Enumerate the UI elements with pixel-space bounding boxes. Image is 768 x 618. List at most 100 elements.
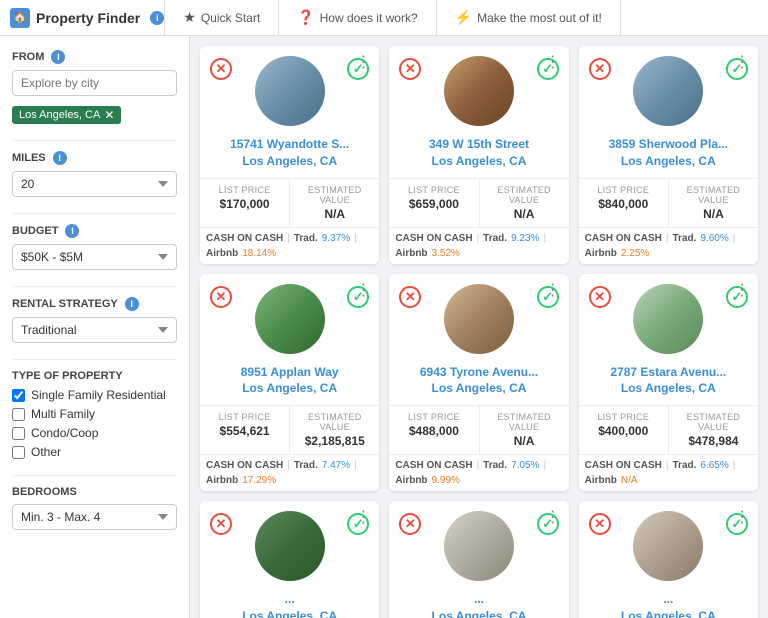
checkbox-multi-family-input[interactable] [12,408,25,421]
trad-value: 9.37% [322,233,350,244]
address-line1: 3859 Sherwood Pla... [587,136,750,153]
card-prices: LIST PRICE $840,000 ESTIMATED VALUE N/A [579,178,758,228]
property-image[interactable] [444,511,514,581]
reject-badge[interactable]: ✕ [399,286,421,308]
reject-badge[interactable]: ✕ [210,58,232,80]
card-prices: LIST PRICE $554,621 ESTIMATED VALUE $2,1… [200,405,379,455]
airbnb-label: Airbnb [206,475,238,486]
nav-mostout[interactable]: ⚡ Make the most out of it! [437,0,621,36]
airbnb-value: 3.52% [432,248,460,259]
checkbox-other[interactable]: Other [12,445,177,459]
est-value-value: N/A [673,207,754,221]
checkbox-condo[interactable]: Condo/Coop [12,426,177,440]
property-image-placeholder [444,511,514,581]
sidebar: FROM i Los Angeles, CA ✕ MILES i 5101520… [0,36,190,618]
rental-strategy-select[interactable]: Traditional [12,317,177,343]
est-value-value: N/A [294,207,375,221]
est-value-label: ESTIMATED VALUE [294,412,375,432]
nav-howdoesitwork[interactable]: ❓ How does it work? [279,0,436,36]
list-price-label: LIST PRICE [204,412,285,422]
property-image[interactable] [633,284,703,354]
main-layout: FROM i Los Angeles, CA ✕ MILES i 5101520… [0,36,768,618]
logo-info-icon[interactable]: i [150,11,164,25]
card-menu-button[interactable]: ⋮ [732,505,752,529]
reject-badge[interactable]: ✕ [589,513,611,535]
trad-label: Trad. [483,460,507,471]
nav-quickstart-label: Quick Start [201,11,260,25]
card-menu-button[interactable]: ⋮ [543,505,563,529]
card-header: ✕ ✓ ⋮ [200,274,379,360]
nav-quickstart[interactable]: ★ Quick Start [164,0,279,36]
checkbox-single-family[interactable]: Single Family Residential [12,388,177,402]
property-image[interactable] [633,511,703,581]
reject-badge[interactable]: ✕ [589,58,611,80]
property-image[interactable] [255,284,325,354]
checkbox-single-family-input[interactable] [12,389,25,402]
list-price-value: $554,621 [204,424,285,438]
bedrooms-select[interactable]: Min. 3 - Max. 4 [12,504,177,530]
card-menu-button[interactable]: ⋮ [732,278,752,302]
card-menu-button[interactable]: ⋮ [732,50,752,74]
property-image[interactable] [633,56,703,126]
card-address: 2787 Estara Avenu... Los Angeles, CA [579,360,758,400]
list-price-label: LIST PRICE [393,185,474,195]
checkbox-other-input[interactable] [12,446,25,459]
est-value-value: $2,185,815 [294,434,375,448]
reject-badge[interactable]: ✕ [399,58,421,80]
card-menu-button[interactable]: ⋮ [353,50,373,74]
address-line2: Los Angeles, CA [397,380,560,397]
miles-select[interactable]: 51015202550 [12,171,177,197]
card-menu-button[interactable]: ⋮ [543,50,563,74]
remove-tag-button[interactable]: ✕ [104,108,114,122]
property-image[interactable] [255,56,325,126]
from-info-icon[interactable]: i [51,50,65,64]
checkbox-condo-input[interactable] [12,427,25,440]
card-menu-button[interactable]: ⋮ [353,505,373,529]
address-line2: Los Angeles, CA [208,153,371,170]
divider-2 [12,213,177,214]
card-header: ✕ ✓ ⋮ [389,501,568,587]
reject-badge[interactable]: ✕ [210,513,232,535]
reject-badge[interactable]: ✕ [399,513,421,535]
miles-label: MILES i [12,151,177,165]
rental-info-icon[interactable]: i [125,297,139,311]
budget-info-icon[interactable]: i [65,224,79,238]
card-address: ... Los Angeles, CA [200,587,379,618]
bedrooms-section: BEDROOMS Min. 3 - Max. 4 [12,486,177,530]
address-line2: Los Angeles, CA [587,380,750,397]
property-image[interactable] [444,284,514,354]
budget-select[interactable]: $50K - $5M [12,244,177,270]
property-card: ✕ ✓ ⋮ ... Los Angeles, CA LIST PRICE ...… [200,501,379,618]
card-header: ✕ ✓ ⋮ [579,274,758,360]
address-line1: ... [397,591,560,608]
checkbox-multi-family[interactable]: Multi Family [12,407,177,421]
city-input[interactable] [12,70,177,96]
card-header: ✕ ✓ ⋮ [200,46,379,132]
address-line2: Los Angeles, CA [397,608,560,618]
reject-badge[interactable]: ✕ [210,286,232,308]
card-address: ... Los Angeles, CA [579,587,758,618]
lightning-icon: ⚡ [455,9,472,26]
card-address: 15741 Wyandotte S... Los Angeles, CA [200,132,379,172]
est-value-col: ESTIMATED VALUE N/A [480,406,569,454]
miles-info-icon[interactable]: i [53,151,67,165]
property-image[interactable] [444,56,514,126]
address-line2: Los Angeles, CA [208,608,371,618]
card-prices: LIST PRICE $488,000 ESTIMATED VALUE N/A [389,405,568,455]
card-menu-button[interactable]: ⋮ [543,278,563,302]
card-stats: CASH ON CASH | Trad. 9.60% | Airbnb 2.25… [579,228,758,264]
card-prices: LIST PRICE $400,000 ESTIMATED VALUE $478… [579,405,758,455]
property-image-placeholder [255,284,325,354]
card-stats: CASH ON CASH | Trad. 6.65% | Airbnb N/A [579,455,758,491]
property-image[interactable] [255,511,325,581]
list-price-value: $659,000 [393,197,474,211]
est-value-label: ESTIMATED VALUE [484,185,565,205]
card-menu-button[interactable]: ⋮ [353,278,373,302]
list-price-value: $488,000 [393,424,474,438]
card-header: ✕ ✓ ⋮ [579,46,758,132]
divider-5 [12,475,177,476]
trad-label: Trad. [294,460,318,471]
reject-badge[interactable]: ✕ [589,286,611,308]
card-address: 349 W 15th Street Los Angeles, CA [389,132,568,172]
card-address: 8951 Applan Way Los Angeles, CA [200,360,379,400]
